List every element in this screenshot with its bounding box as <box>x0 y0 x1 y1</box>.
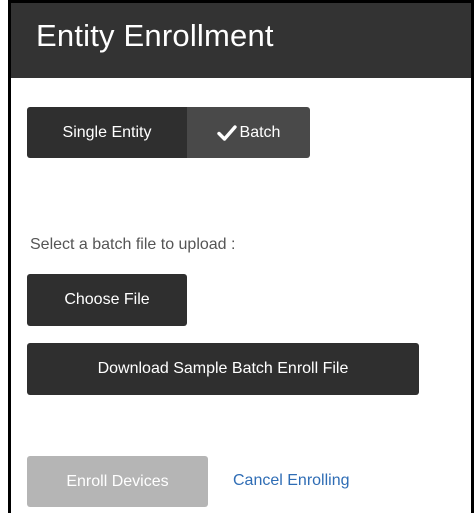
single-entity-label: Single Entity <box>62 123 152 141</box>
enrollment-panel: Entity Enrollment Single Entity Batch Se… <box>8 0 474 513</box>
choose-file-button[interactable]: Choose File <box>27 274 187 326</box>
batch-label: Batch <box>239 123 281 141</box>
enrollment-mode-toggle: Single Entity Batch <box>27 107 310 158</box>
page-title: Entity Enrollment <box>36 18 274 53</box>
checkmark-icon <box>216 124 237 141</box>
enroll-devices-label: Enroll Devices <box>66 472 169 490</box>
panel-header: Entity Enrollment <box>11 3 471 78</box>
choose-file-label: Choose File <box>64 291 150 308</box>
upload-prompt: Select a batch file to upload : <box>30 236 236 253</box>
single-entity-button[interactable]: Single Entity <box>27 107 187 158</box>
cancel-enrolling-link[interactable]: Cancel Enrolling <box>233 471 350 491</box>
download-sample-label: Download Sample Batch Enroll File <box>97 360 349 377</box>
download-sample-button[interactable]: Download Sample Batch Enroll File <box>27 343 419 395</box>
enroll-devices-button[interactable]: Enroll Devices <box>27 456 208 507</box>
batch-button[interactable]: Batch <box>187 107 310 158</box>
